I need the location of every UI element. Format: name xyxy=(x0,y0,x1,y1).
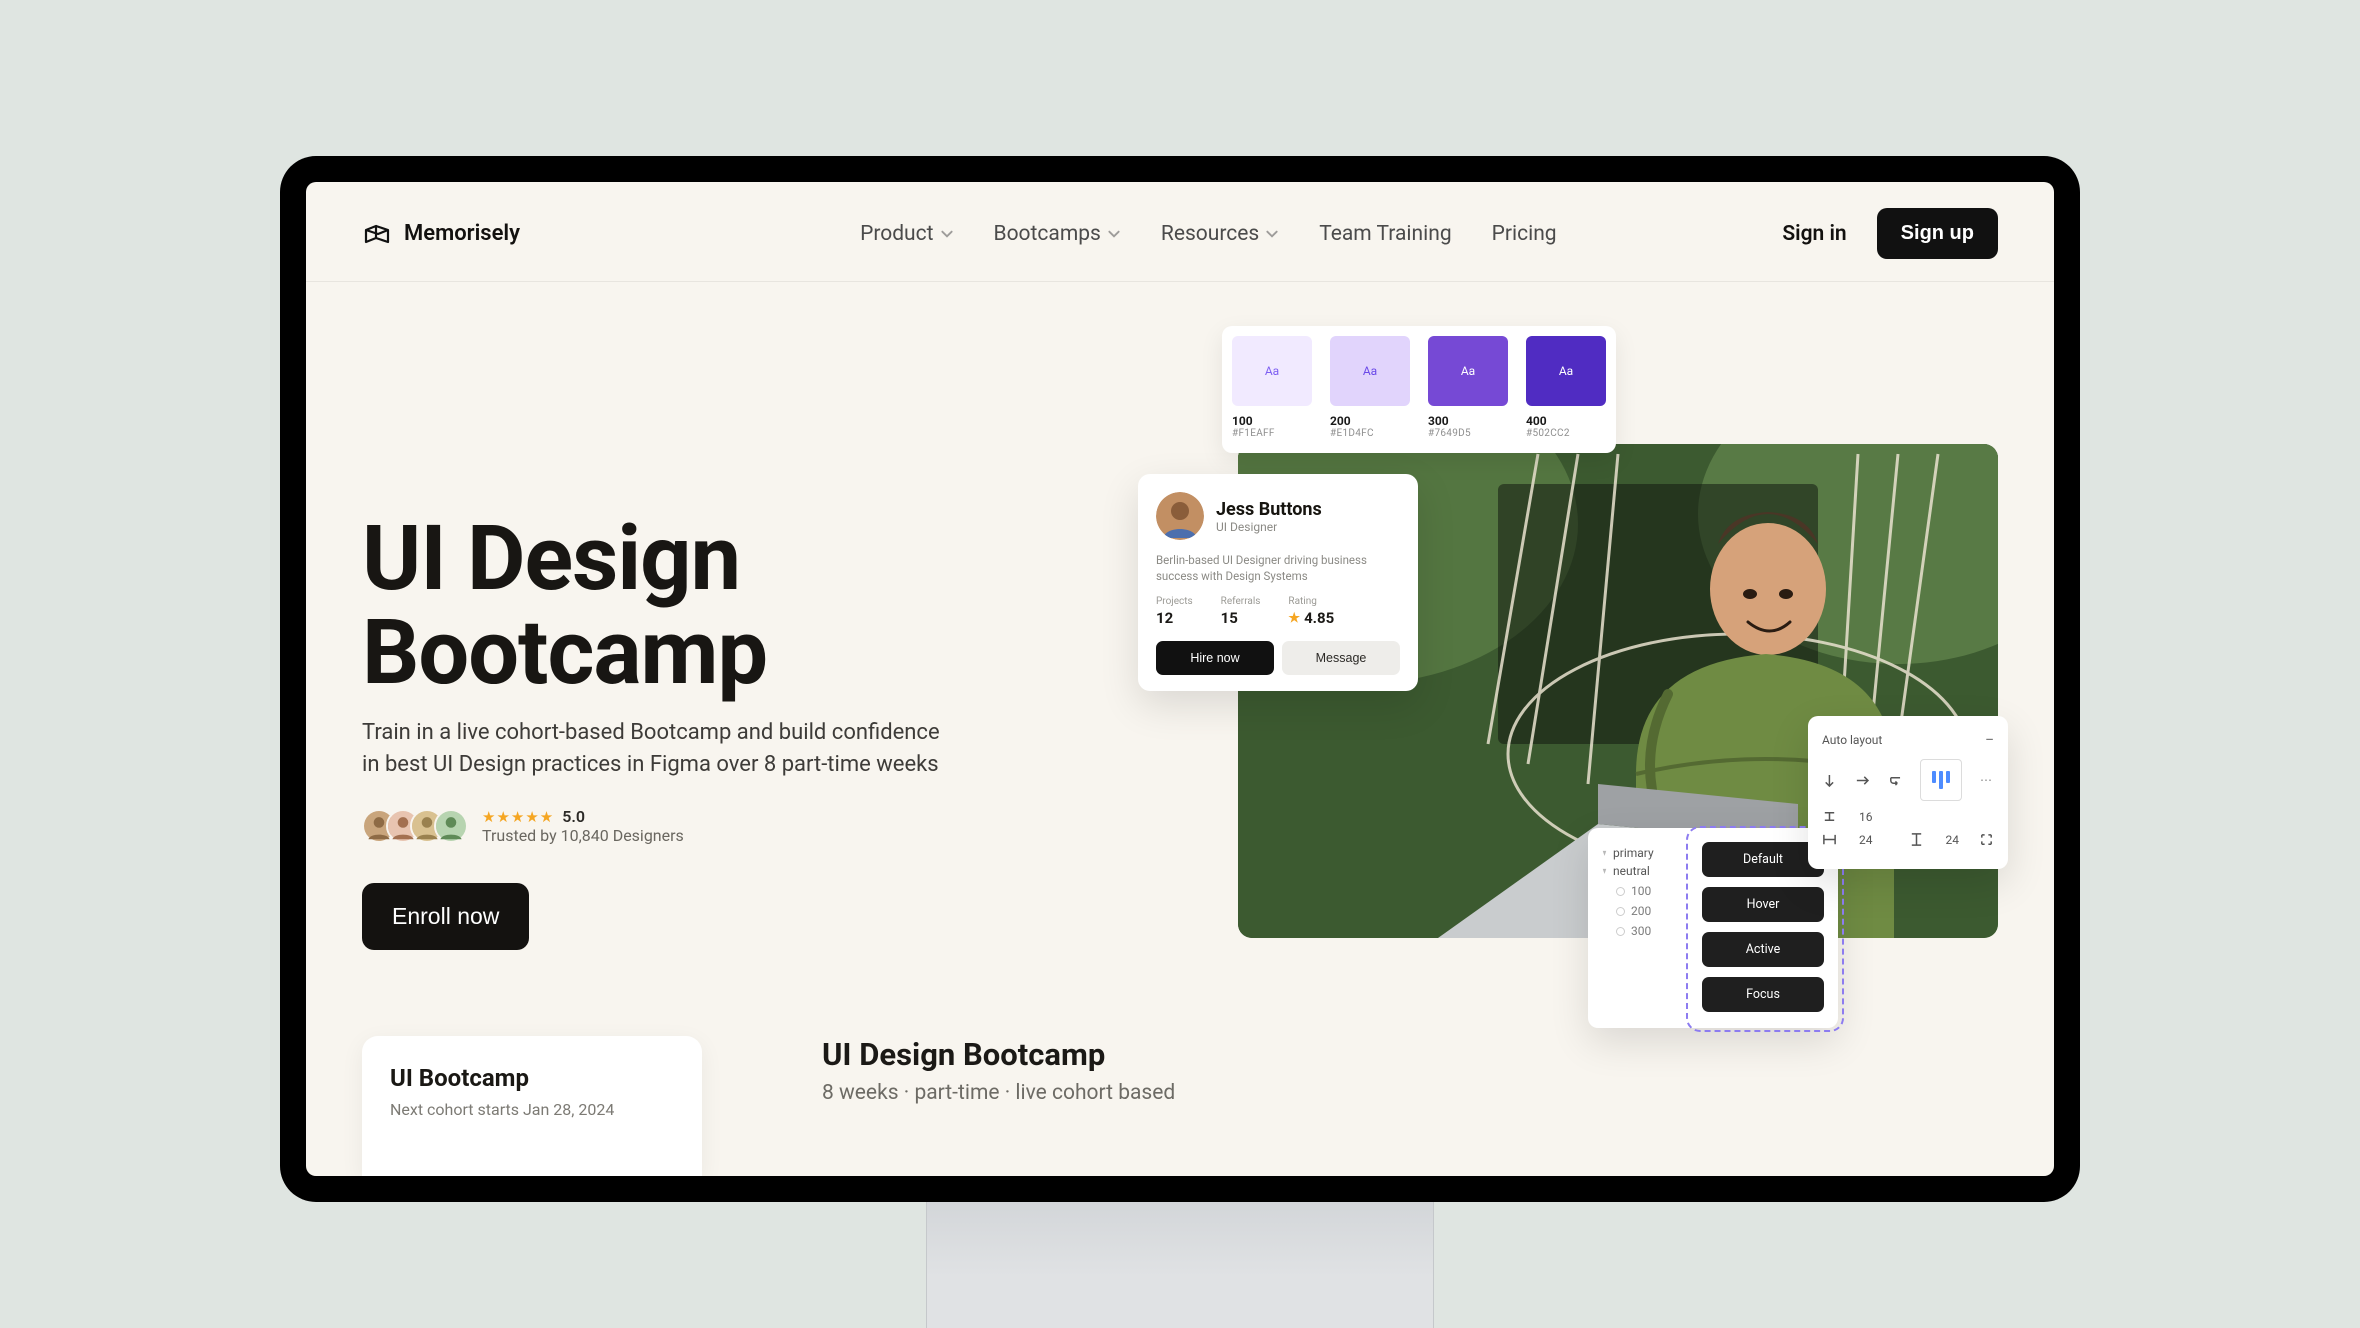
profile-card: Jess Buttons UI Designer Berlin-based UI… xyxy=(1138,474,1418,691)
arrow-down-icon[interactable] xyxy=(1822,773,1837,788)
nav-link-label: Pricing xyxy=(1492,222,1557,246)
profile-role: UI Designer xyxy=(1216,520,1322,534)
hero-subtitle: Train in a live cohort-based Bootcamp an… xyxy=(362,717,962,781)
brand[interactable]: Memorisely xyxy=(362,218,520,250)
cohort-card[interactable]: UI Bootcamp Next cohort starts Jan 28, 2… xyxy=(362,1036,702,1176)
chevron-down-icon xyxy=(940,227,954,241)
nav-link-label: Product xyxy=(860,222,933,246)
alignment-box[interactable] xyxy=(1920,759,1962,801)
token-shade[interactable]: 200 xyxy=(1616,904,1688,918)
chevron-down-icon xyxy=(1107,227,1121,241)
state-default[interactable]: Default xyxy=(1702,842,1824,877)
avatar-stack xyxy=(362,809,468,843)
state-hover[interactable]: Hover xyxy=(1702,887,1824,922)
swatch-200: Aa 200 #E1D4FC xyxy=(1330,336,1410,439)
profile-name: Jess Buttons xyxy=(1216,499,1322,520)
trusted-by: Trusted by 10,840 Designers xyxy=(482,826,684,845)
logo-icon xyxy=(362,218,394,250)
nav-link-pricing[interactable]: Pricing xyxy=(1492,222,1557,246)
star-icon: ★ xyxy=(1288,611,1300,626)
gap-vertical-icon xyxy=(1822,809,1837,824)
token-group-neutral[interactable]: ▾neutral xyxy=(1602,864,1688,878)
nav-link-label: Resources xyxy=(1161,222,1259,246)
nav-link-label: Team Training xyxy=(1319,222,1451,246)
more-icon[interactable]: ⋯ xyxy=(1980,773,1994,787)
swatch-300: Aa 300 #7649D5 xyxy=(1428,336,1508,439)
social-proof: ★★★★★ 5.0 Trusted by 10,840 Designers xyxy=(362,807,1022,845)
swatch-100: Aa 100 #F1EAFF xyxy=(1232,336,1312,439)
profile-bio: Berlin-based UI Designer driving busines… xyxy=(1156,552,1400,584)
nav-link-label: Bootcamps xyxy=(994,222,1101,246)
nav-link-product[interactable]: Product xyxy=(860,222,953,246)
hire-button[interactable]: Hire now xyxy=(1156,641,1274,675)
signin-link[interactable]: Sign in xyxy=(1782,222,1846,246)
nav-link-bootcamps[interactable]: Bootcamps xyxy=(994,222,1121,246)
swatch-400: Aa 400 #502CC2 xyxy=(1526,336,1606,439)
cohort-card-title: UI Bootcamp xyxy=(390,1064,674,1092)
state-focus[interactable]: Focus xyxy=(1702,977,1824,1012)
padding-h-icon xyxy=(1822,832,1837,847)
wrap-icon[interactable] xyxy=(1888,773,1903,788)
avatar xyxy=(434,809,468,843)
monitor-frame: Memorisely Product Bootcamps Resources T… xyxy=(280,156,2080,1202)
arrow-right-icon[interactable] xyxy=(1855,773,1870,788)
token-shade[interactable]: 100 xyxy=(1616,884,1688,898)
hero-title: UI Design Bootcamp xyxy=(362,512,1022,699)
autolayout-panel: Auto layout − ⋯ 16 xyxy=(1808,716,2008,869)
signup-button[interactable]: Sign up xyxy=(1877,208,1998,259)
nav-links: Product Bootcamps Resources Team Trainin… xyxy=(860,222,1557,246)
chevron-down-icon xyxy=(1265,227,1279,241)
minus-icon[interactable]: − xyxy=(1985,730,1994,749)
padding-v-value[interactable]: 24 xyxy=(1946,833,1960,847)
color-swatches: Aa 100 #F1EAFF Aa 200 #E1D4FC Aa 300 #76… xyxy=(1222,326,1616,453)
expand-icon[interactable] xyxy=(1979,832,1994,847)
token-group-primary[interactable]: ▾primary xyxy=(1602,846,1688,860)
cohort-card-sub: Next cohort starts Jan 28, 2024 xyxy=(390,1100,674,1119)
gap-value[interactable]: 16 xyxy=(1859,810,1873,824)
nav-link-resources[interactable]: Resources xyxy=(1161,222,1279,246)
rating-score: 5.0 xyxy=(562,807,585,826)
rating-line: ★★★★★ 5.0 xyxy=(482,807,684,826)
padding-h-value[interactable]: 24 xyxy=(1859,833,1873,847)
token-panel: ▾primary ▾neutral 100 200 300 Default Ho… xyxy=(1588,828,1838,1028)
autolayout-title: Auto layout xyxy=(1822,733,1882,747)
monitor-stand xyxy=(926,1202,1434,1328)
enroll-button[interactable]: Enroll now xyxy=(362,883,529,950)
top-nav: Memorisely Product Bootcamps Resources T… xyxy=(306,182,2054,282)
message-button[interactable]: Message xyxy=(1282,641,1400,675)
avatar xyxy=(1156,492,1204,540)
nav-link-team-training[interactable]: Team Training xyxy=(1319,222,1451,246)
padding-v-icon xyxy=(1909,832,1924,847)
hero-illustration: Aa 100 #F1EAFF Aa 200 #E1D4FC Aa 300 #76… xyxy=(1218,316,1998,1016)
screen: Memorisely Product Bootcamps Resources T… xyxy=(306,182,2054,1176)
section-title: UI Design Bootcamp xyxy=(822,1036,1175,1073)
section-subtitle: 8 weeks · part-time · live cohort based xyxy=(822,1081,1175,1105)
brand-name: Memorisely xyxy=(404,221,520,246)
token-shade[interactable]: 300 xyxy=(1616,924,1688,938)
star-icon: ★★★★★ xyxy=(482,808,554,826)
state-active[interactable]: Active xyxy=(1702,932,1824,967)
